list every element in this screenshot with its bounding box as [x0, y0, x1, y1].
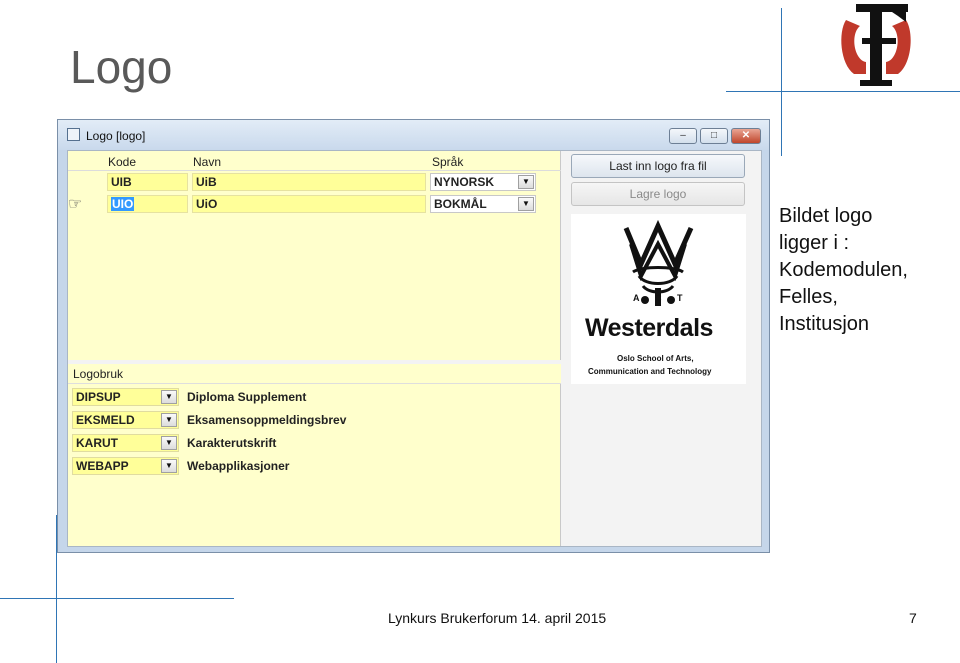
sprak-dropdown[interactable]: NYNORSK ▼: [430, 173, 536, 191]
logobruk-description: Webapplikasjoner: [187, 459, 290, 473]
chevron-down-icon[interactable]: ▼: [161, 413, 177, 427]
institution-grid: Kode Navn Språk UIB UiB NYNORSK ▼ ☞ UIO …: [68, 151, 561, 360]
logobruk-header: Logobruk: [68, 364, 561, 384]
minimize-button[interactable]: –: [669, 128, 697, 144]
chevron-down-icon[interactable]: ▼: [518, 175, 534, 189]
window-client-area: Kode Navn Språk UIB UiB NYNORSK ▼ ☞ UIO …: [67, 150, 762, 547]
navn-cell[interactable]: UiB: [192, 173, 426, 191]
deco-line-right-vertical: [781, 8, 782, 156]
column-header-kode[interactable]: Kode: [108, 155, 136, 169]
close-button[interactable]: ✕: [731, 128, 761, 144]
logobruk-dropdown[interactable]: DIPSUP ▼: [72, 388, 179, 406]
kode-cell[interactable]: UIB: [107, 173, 188, 191]
chevron-down-icon[interactable]: ▼: [518, 197, 534, 211]
window-title: Logo [logo]: [86, 129, 146, 143]
slide-title: Logo: [70, 41, 173, 93]
institution-logo-icon: [841, 4, 911, 86]
maximize-button[interactable]: □: [700, 128, 728, 144]
navn-cell[interactable]: UiO: [192, 195, 426, 213]
footer-text: Lynkurs Brukerforum 14. april 2015: [388, 610, 607, 626]
logo-preview: A C T Westerdals Oslo School of Arts, Co…: [571, 214, 746, 384]
logobruk-code: WEBAPP: [76, 459, 129, 473]
save-logo-button[interactable]: Lagre logo: [571, 182, 745, 206]
sprak-value: BOKMÅL: [434, 197, 487, 211]
sprak-dropdown[interactable]: BOKMÅL ▼: [430, 195, 536, 213]
logobruk-dropdown[interactable]: EKSMELD ▼: [72, 411, 179, 429]
logobruk-description: Karakterutskrift: [187, 436, 277, 450]
emblem-letter: T: [677, 293, 683, 303]
window-titlebar[interactable]: Logo [logo] – □ ✕: [58, 120, 769, 150]
window-app-icon: [67, 128, 80, 141]
logo-window: Logo [logo] – □ ✕ Kode Navn Språk UIB Ui…: [57, 119, 770, 553]
kode-cell-selected[interactable]: UIO: [107, 195, 188, 213]
caption-line: Kodemodulen,: [779, 259, 908, 281]
logobruk-code: KARUT: [76, 436, 118, 450]
header-divider: [68, 170, 561, 171]
chevron-down-icon[interactable]: ▼: [161, 459, 177, 473]
preview-subtitle: Oslo School of Arts,: [617, 354, 694, 363]
sprak-value: NYNORSK: [434, 175, 495, 189]
deco-line-right-horizontal: [726, 91, 960, 92]
chevron-down-icon[interactable]: ▼: [161, 390, 177, 404]
kode-cell-text: UIO: [111, 197, 135, 211]
preview-subtitle: Communication and Technology: [588, 367, 712, 376]
logobruk-description: Diploma Supplement: [187, 390, 307, 404]
logobruk-dropdown[interactable]: KARUT ▼: [72, 434, 179, 452]
caption-line: Institusjon: [779, 313, 870, 335]
logobruk-description: Eksamensoppmeldingsbrev: [187, 413, 347, 427]
caption: Bildet logo ligger i : Kodemodulen, Fell…: [779, 203, 954, 338]
logobruk-code: EKSMELD: [76, 413, 135, 427]
chevron-down-icon[interactable]: ▼: [161, 436, 177, 450]
deco-line-left-horizontal: [0, 598, 234, 599]
caption-line: Felles,: [779, 286, 838, 308]
preview-brand-name: Westerdals: [585, 314, 713, 342]
column-header-navn[interactable]: Navn: [193, 155, 221, 169]
emblem-letter: C: [655, 293, 662, 303]
logobruk-dropdown[interactable]: WEBAPP ▼: [72, 457, 179, 475]
caption-line: Bildet logo: [779, 205, 873, 227]
column-header-sprak[interactable]: Språk: [432, 155, 463, 169]
caption-line: ligger i :: [779, 232, 850, 254]
load-logo-button[interactable]: Last inn logo fra fil: [571, 154, 745, 178]
page-number: 7: [909, 610, 917, 626]
pointing-hand-icon: ☞: [68, 196, 83, 213]
logobruk-panel: Logobruk DIPSUP ▼ Diploma Supplement EKS…: [68, 364, 561, 546]
emblem-letter: A: [633, 293, 640, 303]
logobruk-code: DIPSUP: [76, 390, 121, 404]
